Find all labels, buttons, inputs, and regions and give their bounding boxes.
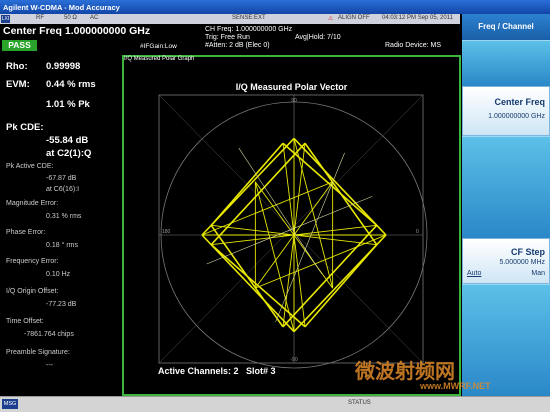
axis-label-bottom: -90 [290, 357, 297, 363]
axis-label-left: 180 [162, 229, 171, 235]
bottom-status-bar [0, 396, 550, 412]
axis-label-right: 0 [416, 229, 419, 235]
magnitude-error-label: Magnitude Error: [6, 200, 59, 207]
radio-device: Radio Device: MS [385, 42, 442, 49]
status-label: STATUS [348, 400, 371, 406]
center-freq-value: 1.000000000 GHz [64, 25, 151, 37]
menu-title: Freq / Channel [462, 14, 550, 40]
cf-step-auto-option[interactable]: Auto [467, 270, 481, 277]
axis-label-top: 90 [291, 98, 297, 104]
trace-transition [206, 196, 373, 265]
msg-indicator: MSG [2, 399, 18, 409]
pk-active-cde-at: at C6(16):I [46, 186, 80, 193]
metrics-panel: Rho: 0.99998 EVM: 0.44 % rms 1.01 % Pk P… [0, 52, 121, 396]
watermark-logo: 微波射频网 [355, 361, 455, 383]
pk-active-cde-value: -67.87 dB [46, 175, 77, 182]
center-freq-softkey[interactable]: Center Freq 1.000000000 GHz [462, 86, 550, 136]
align-indicator: ALIGN OFF [338, 15, 370, 21]
softkey-blank-3[interactable] [462, 284, 550, 396]
rho-value: 0.99998 [46, 61, 81, 72]
atten: #Atten: 2 dB (Elec 0) [205, 42, 270, 49]
frequency-error-label: Frequency Error: [6, 258, 59, 265]
pk-cde-label: Pk CDE: [6, 122, 44, 133]
polar-plot: 90 -90 180 0 [158, 94, 428, 369]
impedance-indicator: 50 Ω [64, 15, 77, 21]
window-title: Agilent W-CDMA - Mod Accuracy [3, 3, 120, 12]
timestamp: 04:03:12 PM Sep 05, 2011 [382, 15, 453, 21]
pk-cde-value: -55.84 dB [46, 135, 89, 146]
rf-indicator: RF [36, 15, 44, 21]
preamble-signature-value: --- [46, 362, 53, 369]
rho-label: Rho: [6, 61, 28, 72]
center-freq-readout: Center Freq 1.000000000 GHz [0, 24, 202, 39]
trace-segment [304, 244, 378, 328]
evm-label: EVM: [6, 79, 30, 90]
center-freq-softkey-label: Center Freq [494, 97, 545, 107]
ifgain-label: #IFGain:Low [140, 43, 177, 50]
preamble-signature-label: Preamble Signature: [6, 349, 70, 356]
settings-summary: CH Freq: 1.000000000 GHz Trig: Free Run … [203, 24, 460, 52]
trace-segment [293, 138, 334, 289]
slot-number: Slot# 3 [246, 366, 276, 376]
evm-pk-value: 1.01 % Pk [46, 99, 90, 110]
lxi-icon: LXI [1, 15, 10, 23]
softkey-blank-1[interactable] [462, 40, 550, 86]
active-channels: Active Channels: 2 [158, 366, 239, 376]
cf-step-softkey-label: CF Step [510, 247, 545, 257]
pass-badge: PASS [2, 40, 37, 51]
time-offset-label: Time Offset: [6, 318, 44, 325]
center-freq-softkey-value: 1.000000000 GHz [488, 113, 545, 120]
watermark-url: www.MWRF.NET [420, 381, 491, 391]
softkey-blank-2[interactable] [462, 136, 550, 238]
trace-segment [254, 181, 295, 332]
frequency-error-value: 0.10 Hz [46, 271, 71, 278]
coupling-indicator: AC [90, 15, 99, 21]
iq-trace [201, 137, 387, 333]
pk-cde-at: at C2(1):Q [46, 148, 92, 159]
ch-freq: CH Freq: 1.000000000 GHz [205, 26, 293, 33]
cf-step-softkey[interactable]: CF Step 5.000000 MHz Auto Man [462, 238, 550, 284]
window-title-bar: Agilent W-CDMA - Mod Accuracy [0, 0, 550, 14]
time-offset-value: -7861.764 chips [24, 331, 74, 338]
center-freq-label: Center Freq [3, 25, 62, 37]
cf-step-man-option[interactable]: Man [531, 270, 545, 277]
align-warning-icon: ⚠ [328, 16, 334, 22]
avg-hold: Avg|Hold: 7/10 [295, 34, 341, 41]
cf-step-softkey-value: 5.000000 MHz [499, 259, 545, 266]
iq-origin-offset-label: I/Q Origin Offset: [6, 288, 59, 295]
status-strip: LXI RF 50 Ω AC SENSE:EXT ⚠ ALIGN OFF 04:… [0, 14, 460, 24]
magnitude-error-value: 0.31 % rms [46, 213, 82, 220]
phase-error-label: Phase Error: [6, 229, 46, 236]
phase-error-value: 0.18 ° rms [46, 242, 78, 249]
iq-origin-offset-value: -77.23 dB [46, 301, 77, 308]
sense-indicator: SENSE:EXT [232, 15, 266, 21]
pk-active-cde-label: Pk Active CDE: [6, 163, 54, 170]
trace-segment [210, 142, 284, 226]
evm-value: 0.44 % rms [46, 79, 96, 90]
trig-source: Trig: Free Run [205, 34, 250, 41]
